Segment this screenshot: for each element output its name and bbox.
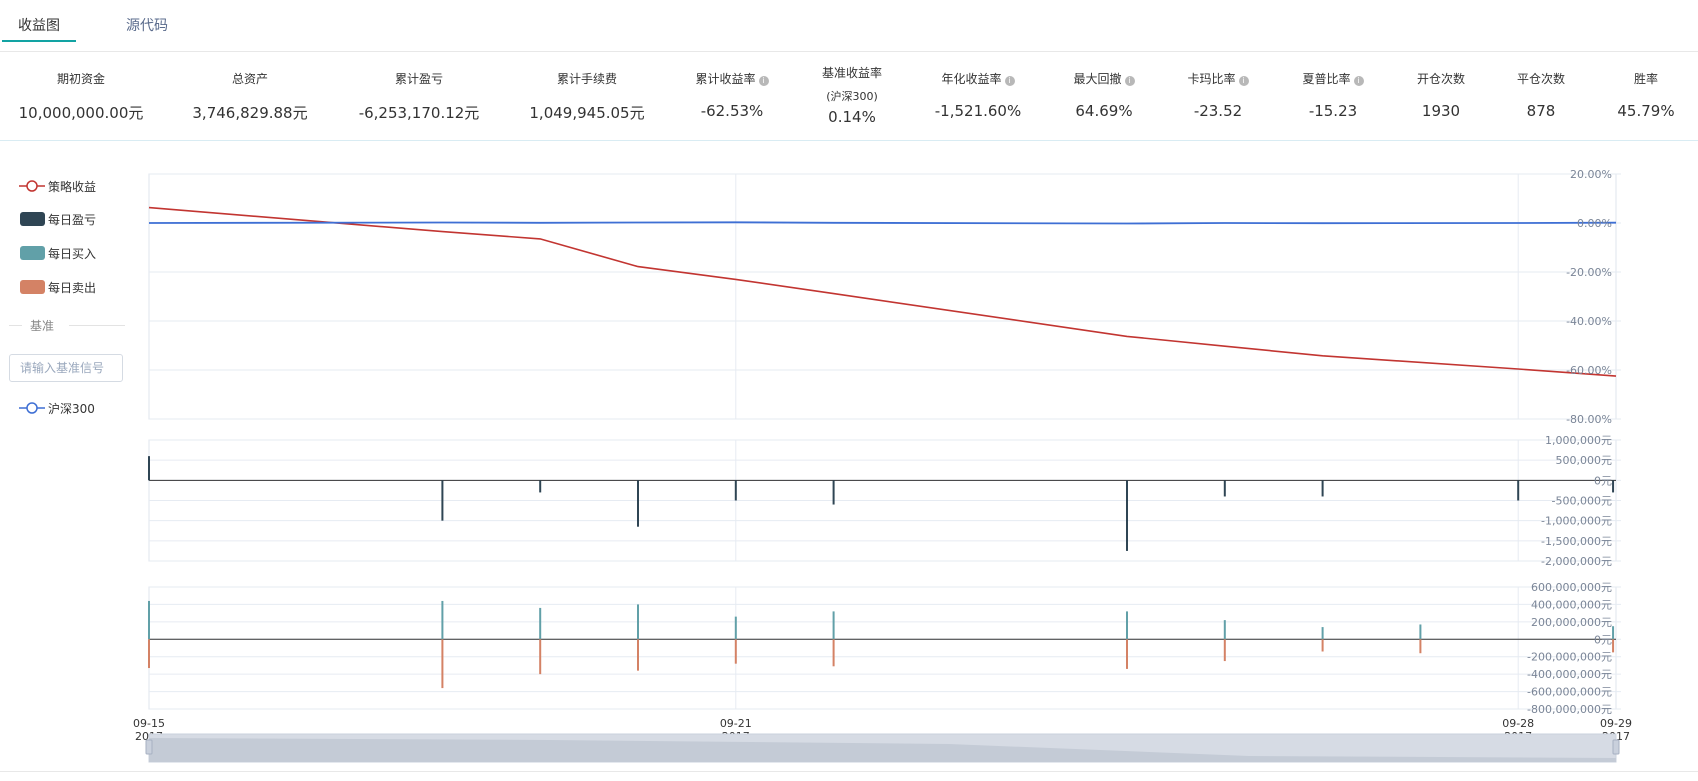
tab-bar: 收益图 源代码	[0, 0, 1698, 52]
info-icon[interactable]: i	[1004, 76, 1015, 86]
y-tick-label: -600,000,000元	[1527, 686, 1612, 699]
daily-pnl-bar	[1223, 480, 1226, 497]
y-tick-label: 20.00%	[1570, 168, 1612, 181]
y-tick-label: -20.00%	[1566, 266, 1612, 279]
stat-value: 45.79%	[1617, 102, 1675, 120]
stat-label: 期初资金	[56, 72, 105, 86]
daily-pnl-bar	[637, 480, 639, 527]
daily-buy-bar	[1419, 624, 1422, 640]
y-tick-label: 400,000,000元	[1531, 598, 1612, 611]
data-zoom-slider[interactable]	[145, 733, 1620, 763]
returns-chart[interactable]: 20.00% 0.00% -20.00% -40.00% -60.00% -80.00% 1…	[0, 160, 1698, 770]
stat-value: -6,253,170.12元	[358, 104, 480, 122]
daily-sell-bar	[637, 639, 639, 671]
daily-buy-bar	[441, 600, 444, 640]
stat-label: 总资产	[231, 72, 268, 86]
daily-buy-bar	[148, 600, 150, 640]
daily-buy-bar	[734, 616, 737, 640]
daily-sell-bar	[441, 639, 444, 689]
daily-pnl-bar	[1126, 480, 1128, 551]
y-tick-label: -2,000,000元	[1541, 555, 1612, 568]
daily-sell-bar	[1321, 639, 1324, 652]
x-tick-date-label: 09-29	[1600, 717, 1632, 730]
tab-source-code[interactable]: 源代码	[126, 15, 168, 35]
daily-pnl-bar	[539, 480, 542, 493]
y-tick-label: -500,000元	[1552, 495, 1612, 508]
daily-buy-bar	[832, 611, 835, 640]
x-tick-date-label: 09-15	[133, 717, 165, 730]
daily-buy-bar	[1612, 626, 1615, 640]
daily-sell-bar	[1612, 639, 1615, 653]
daily-sell-bar	[1223, 639, 1226, 662]
daily-sell-bar	[734, 639, 737, 664]
y-tick-label: 200,000,000元	[1531, 616, 1612, 629]
y-tick-label: 1,000,000元	[1545, 434, 1612, 447]
daily-pnl-bar	[441, 480, 444, 521]
daily-pnl-bar	[1321, 480, 1324, 497]
x-tick-date-label: 09-28	[1502, 717, 1534, 730]
daily-pnl-bar	[734, 480, 737, 501]
daily-sell-bar	[1126, 639, 1128, 669]
daily-buy-bar	[1223, 620, 1226, 640]
daily-sell-bar	[1419, 639, 1422, 654]
y-tick-label: 0元	[1594, 474, 1612, 487]
benchmark-hs300-line	[148, 221, 1617, 225]
y-tick-label: -60.00%	[1566, 364, 1612, 377]
active-tab-indicator	[2, 40, 76, 42]
y-tick-label: 0元	[1594, 633, 1612, 646]
y-tick-label: -1,500,000元	[1541, 535, 1612, 548]
y-tick-label: -40.00%	[1566, 315, 1612, 328]
daily-pnl-bar	[832, 480, 835, 505]
daily-pnl-bar	[1517, 480, 1520, 501]
info-icon[interactable]: i	[1238, 76, 1249, 86]
y-tick-label: -400,000,000元	[1527, 668, 1612, 681]
stats-summary: 期初资金 10,000,000.00元 总资产 3,746,829.88元 累计…	[0, 52, 1698, 141]
bottom-divider	[0, 771, 1698, 772]
strategy-return-line	[148, 206, 1617, 377]
chart-grid	[148, 173, 1621, 710]
daily-sell-bar	[539, 639, 542, 675]
y-tick-label: 0.00%	[1577, 217, 1612, 230]
daily-pnl-bar	[1612, 480, 1615, 493]
stat-value: 10,000,000.00元	[18, 104, 144, 122]
zoom-handle-left	[145, 739, 153, 755]
y-tick-label: 500,000元	[1556, 454, 1613, 467]
daily-buy-bar	[1321, 627, 1324, 640]
daily-sell-bar	[832, 639, 835, 667]
chart-marks	[148, 206, 1617, 689]
stat-label: 胜率	[1633, 72, 1658, 86]
daily-buy-bar	[1126, 611, 1128, 640]
plot-frame	[148, 173, 1617, 420]
tab-returns-chart[interactable]: 收益图	[18, 15, 60, 35]
daily-pnl-bar	[148, 456, 150, 481]
y-tick-label: -200,000,000元	[1527, 651, 1612, 664]
stat-label: 累计盈亏	[394, 72, 443, 86]
y-tick-label: -1,000,000元	[1541, 515, 1612, 528]
stat-value: 3,746,829.88元	[192, 104, 308, 122]
zoom-handle-right	[1612, 739, 1620, 755]
y-tick-label: 600,000,000元	[1531, 581, 1612, 594]
x-tick-date-label: 09-21	[720, 717, 752, 730]
y-tick-label: -800,000,000元	[1527, 703, 1612, 716]
daily-buy-bar	[637, 604, 639, 640]
plot-frame	[148, 586, 1617, 710]
daily-buy-bar	[539, 607, 542, 640]
daily-sell-bar	[148, 639, 150, 669]
y-tick-label: -80.00%	[1566, 413, 1612, 426]
